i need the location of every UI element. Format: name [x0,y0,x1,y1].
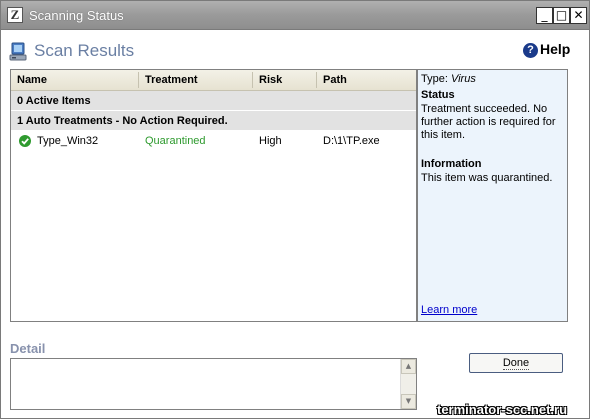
group-label: 0 Active Items [17,95,91,107]
learn-more-link[interactable]: Learn more [421,304,477,316]
group-row-active-items[interactable]: 0 Active Items [11,91,416,111]
group-label: 1 Auto Treatments - No Action Required. [17,115,228,127]
type-line: Type: Virus [421,73,564,85]
type-label: Type: [421,73,448,85]
scanning-status-window: Z Scanning Status _ □ ✕ Scan Results ? He… [0,0,590,419]
detail-textbox[interactable]: ▲ ▼ [10,358,417,410]
watermark: terminator-scc.net.ru [437,402,568,417]
item-risk: High [259,135,282,147]
information-heading: Information [421,158,482,170]
maximize-button[interactable]: □ [553,7,570,24]
done-label: Done [502,357,530,370]
column-divider[interactable] [316,72,317,88]
header: Scan Results ? Help [9,39,584,65]
detail-scrollbar[interactable]: ▲ ▼ [400,359,416,409]
status-heading: Status [421,89,455,101]
item-path: D:\1\TP.exe [323,135,380,147]
window-title: Scanning Status [29,8,124,23]
page-title: Scan Results [34,41,135,60]
help-link[interactable]: ? Help [523,41,570,58]
status-text: Treatment succeeded. No further action i… [421,103,556,141]
check-circle-icon [19,135,31,147]
scan-results-list: Name Treatment Risk Path 0 Active Items … [10,69,417,322]
table-row[interactable]: Type_Win32 Quarantined High D:\1\TP.exe [11,131,416,151]
type-value: Virus [450,73,476,85]
zonealarm-logo-icon: Z [7,7,23,23]
done-button[interactable]: Done [469,353,563,373]
scroll-up-button[interactable]: ▲ [401,359,416,374]
close-button[interactable]: ✕ [570,7,587,24]
title-bar[interactable]: Z Scanning Status _ □ ✕ [1,1,589,30]
column-divider[interactable] [138,72,139,88]
column-header: Name Treatment Risk Path [11,70,416,91]
help-label: Help [540,41,571,57]
detail-label: Detail [10,341,46,356]
item-treatment: Quarantined [145,135,206,147]
column-header-path[interactable]: Path [323,74,347,86]
item-info-panel: Type: Virus Status Treatment succeeded. … [417,69,568,322]
column-header-risk[interactable]: Risk [259,74,282,86]
column-header-name[interactable]: Name [17,74,47,86]
column-divider[interactable] [252,72,253,88]
minimize-button[interactable]: _ [536,7,553,24]
information-text: This item was quarantined. [421,172,553,184]
computer-scan-icon [9,42,27,61]
column-header-treatment[interactable]: Treatment [145,74,198,86]
scroll-down-button[interactable]: ▼ [401,394,416,409]
item-name: Type_Win32 [37,135,99,147]
help-icon: ? [523,43,538,58]
group-row-auto-treatments[interactable]: 1 Auto Treatments - No Action Required. [11,111,416,131]
